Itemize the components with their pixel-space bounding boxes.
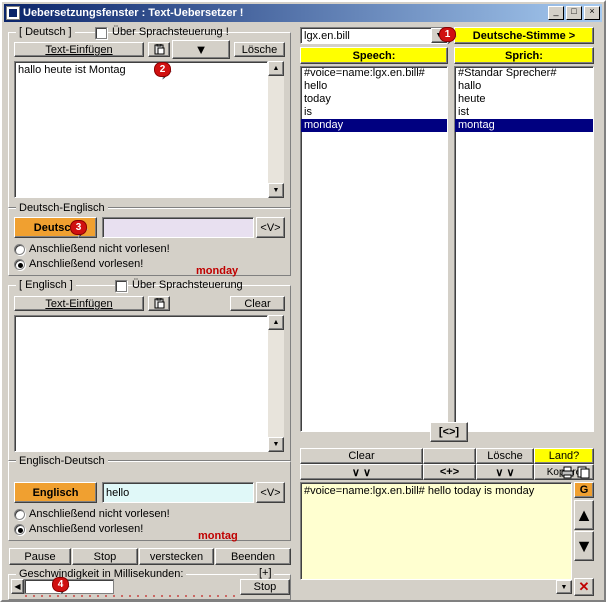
- triangle-down-icon: ▼: [575, 536, 593, 556]
- english-text-scroll-down-button[interactable]: ▼: [268, 437, 284, 452]
- speed-slider-track[interactable]: [24, 579, 238, 597]
- arrows-left-button[interactable]: ∨ ∨: [300, 464, 423, 480]
- speech-list[interactable]: #voice=name:lgx.en.bill# hello today is …: [300, 66, 448, 432]
- window-buttons: _ □ ×: [548, 6, 600, 20]
- speak-header: Sprich:: [454, 47, 594, 64]
- swap-button[interactable]: [<>]: [430, 422, 468, 442]
- result-text-area[interactable]: #voice=name:lgx.en.bill# hello today is …: [300, 482, 572, 580]
- german-group-label: [ Deutsch ]: [16, 26, 75, 38]
- stop-button[interactable]: Stop: [72, 548, 138, 565]
- clipboard-icon: [154, 44, 164, 55]
- pause-button[interactable]: Pause: [9, 548, 71, 565]
- german-radio-read[interactable]: Anschließend vorlesen!: [14, 258, 143, 270]
- english-german-output-field[interactable]: hello: [102, 482, 254, 503]
- application-window: Uebersetzungsfenster : Text-Uebersetzer …: [0, 0, 606, 602]
- scroll-down-large-button[interactable]: ▼: [574, 531, 594, 561]
- german-speech-control-checkbox[interactable]: [95, 27, 107, 39]
- triangle-up-icon: ▲: [575, 505, 593, 525]
- german-speech-control-label: Über Sprachsteuerung !: [112, 26, 229, 38]
- english-language-button[interactable]: Englisch: [14, 482, 97, 503]
- arrows-mid-button[interactable]: ∨ ∨: [476, 464, 534, 480]
- delete-red-x-button[interactable]: ✕: [574, 578, 594, 596]
- speak-list[interactable]: #Standar Sprecher# hallo heute ist monta…: [454, 66, 594, 432]
- copy-icons-group[interactable]: [560, 465, 594, 480]
- english-speech-control-label: Über Sprachsteuerung: [132, 279, 243, 291]
- speed-expand-label: [+]: [257, 567, 274, 579]
- window-title: Uebersetzungsfenster : Text-Uebersetzer …: [23, 7, 244, 19]
- list-item[interactable]: ist: [455, 106, 593, 119]
- result-scroll-down-button[interactable]: ▼: [556, 580, 572, 594]
- list-item[interactable]: hallo: [455, 80, 593, 93]
- german-english-group-label: Deutsch-Englisch: [16, 202, 108, 214]
- right-blank-button-1[interactable]: [423, 448, 476, 464]
- swap-small-button[interactable]: <+>: [423, 464, 476, 480]
- english-text-scroll-up-button[interactable]: ▲: [268, 315, 284, 330]
- english-radio-read[interactable]: Anschließend vorlesen!: [14, 523, 143, 535]
- scroll-up-large-button[interactable]: ▲: [574, 500, 594, 530]
- list-item[interactable]: #voice=name:lgx.en.bill#: [301, 67, 447, 80]
- minimize-icon: _: [553, 6, 559, 16]
- german-clear-button[interactable]: Lösche: [234, 42, 285, 57]
- list-item[interactable]: hello: [301, 80, 447, 93]
- german-text-scroll-down-button[interactable]: ▼: [268, 183, 284, 198]
- german-paste-icon-button[interactable]: [148, 42, 170, 57]
- english-status-word: montag: [198, 530, 238, 542]
- list-item[interactable]: heute: [455, 93, 593, 106]
- german-radio-not-read[interactable]: Anschließend nicht vorlesen!: [14, 243, 170, 255]
- german-language-button[interactable]: Deutsch: [14, 217, 97, 238]
- speed-stop-button[interactable]: Stop: [240, 579, 290, 595]
- maximize-icon: □: [571, 6, 577, 16]
- english-text-input[interactable]: [14, 315, 268, 452]
- maximize-button[interactable]: □: [566, 6, 582, 20]
- close-button[interactable]: ×: [584, 6, 600, 20]
- list-item-selected[interactable]: monday: [301, 119, 447, 132]
- list-item[interactable]: #Standar Sprecher#: [455, 67, 593, 80]
- german-text-scroll-up-button[interactable]: ▲: [268, 61, 284, 76]
- quit-button[interactable]: Beenden: [215, 548, 291, 565]
- copy-pages-icon: [577, 466, 590, 479]
- right-clear-button[interactable]: Clear: [300, 448, 423, 464]
- land-button[interactable]: Land?: [534, 448, 594, 464]
- g-button[interactable]: G: [574, 482, 594, 498]
- german-voice-button[interactable]: Deutsche-Stimme >: [454, 27, 594, 44]
- minimize-button[interactable]: _: [548, 6, 564, 20]
- list-item[interactable]: today: [301, 93, 447, 106]
- german-status-word: monday: [196, 265, 239, 277]
- speed-slider-ticks: [24, 592, 238, 597]
- english-speech-control-checkbox[interactable]: [115, 280, 127, 292]
- voice-combo[interactable]: lgx.en.bill ▼: [300, 27, 448, 44]
- chevron-down-icon[interactable]: ▼: [431, 28, 447, 43]
- german-english-output-field[interactable]: [102, 217, 254, 238]
- english-group-label: [ Englisch ]: [16, 279, 76, 291]
- german-speak-button[interactable]: <V>: [256, 217, 285, 238]
- german-insert-text-button[interactable]: Text-Einfügen: [14, 42, 144, 57]
- triangle-down-icon: ▼: [194, 42, 208, 57]
- german-text-input[interactable]: hallo heute ist Montag: [14, 61, 268, 198]
- list-item[interactable]: is: [301, 106, 447, 119]
- title-bar: Uebersetzungsfenster : Text-Uebersetzer …: [4, 4, 602, 22]
- english-clear-button[interactable]: Clear: [230, 296, 285, 311]
- list-item-selected[interactable]: montag: [455, 119, 593, 132]
- hide-button[interactable]: verstecken: [139, 548, 214, 565]
- english-german-group-label: Englisch-Deutsch: [16, 455, 108, 467]
- english-speak-button[interactable]: <V>: [256, 482, 285, 503]
- printer-icon: [561, 466, 574, 479]
- speech-header: Speech:: [300, 47, 448, 64]
- app-icon: [6, 6, 20, 20]
- english-text-scrollbar[interactable]: [268, 315, 284, 452]
- speed-slider-left-button[interactable]: ◀: [11, 579, 24, 594]
- english-paste-icon-button[interactable]: [148, 296, 170, 311]
- close-icon: ×: [589, 6, 595, 16]
- german-text-scrollbar[interactable]: [268, 61, 284, 198]
- right-loesche-button[interactable]: Lösche: [476, 448, 534, 464]
- clipboard-icon: [154, 298, 164, 309]
- german-dropdown-triangle-button[interactable]: ▼: [172, 40, 230, 59]
- english-insert-text-button[interactable]: Text-Einfügen: [14, 296, 144, 311]
- english-radio-not-read[interactable]: Anschließend nicht vorlesen!: [14, 508, 170, 520]
